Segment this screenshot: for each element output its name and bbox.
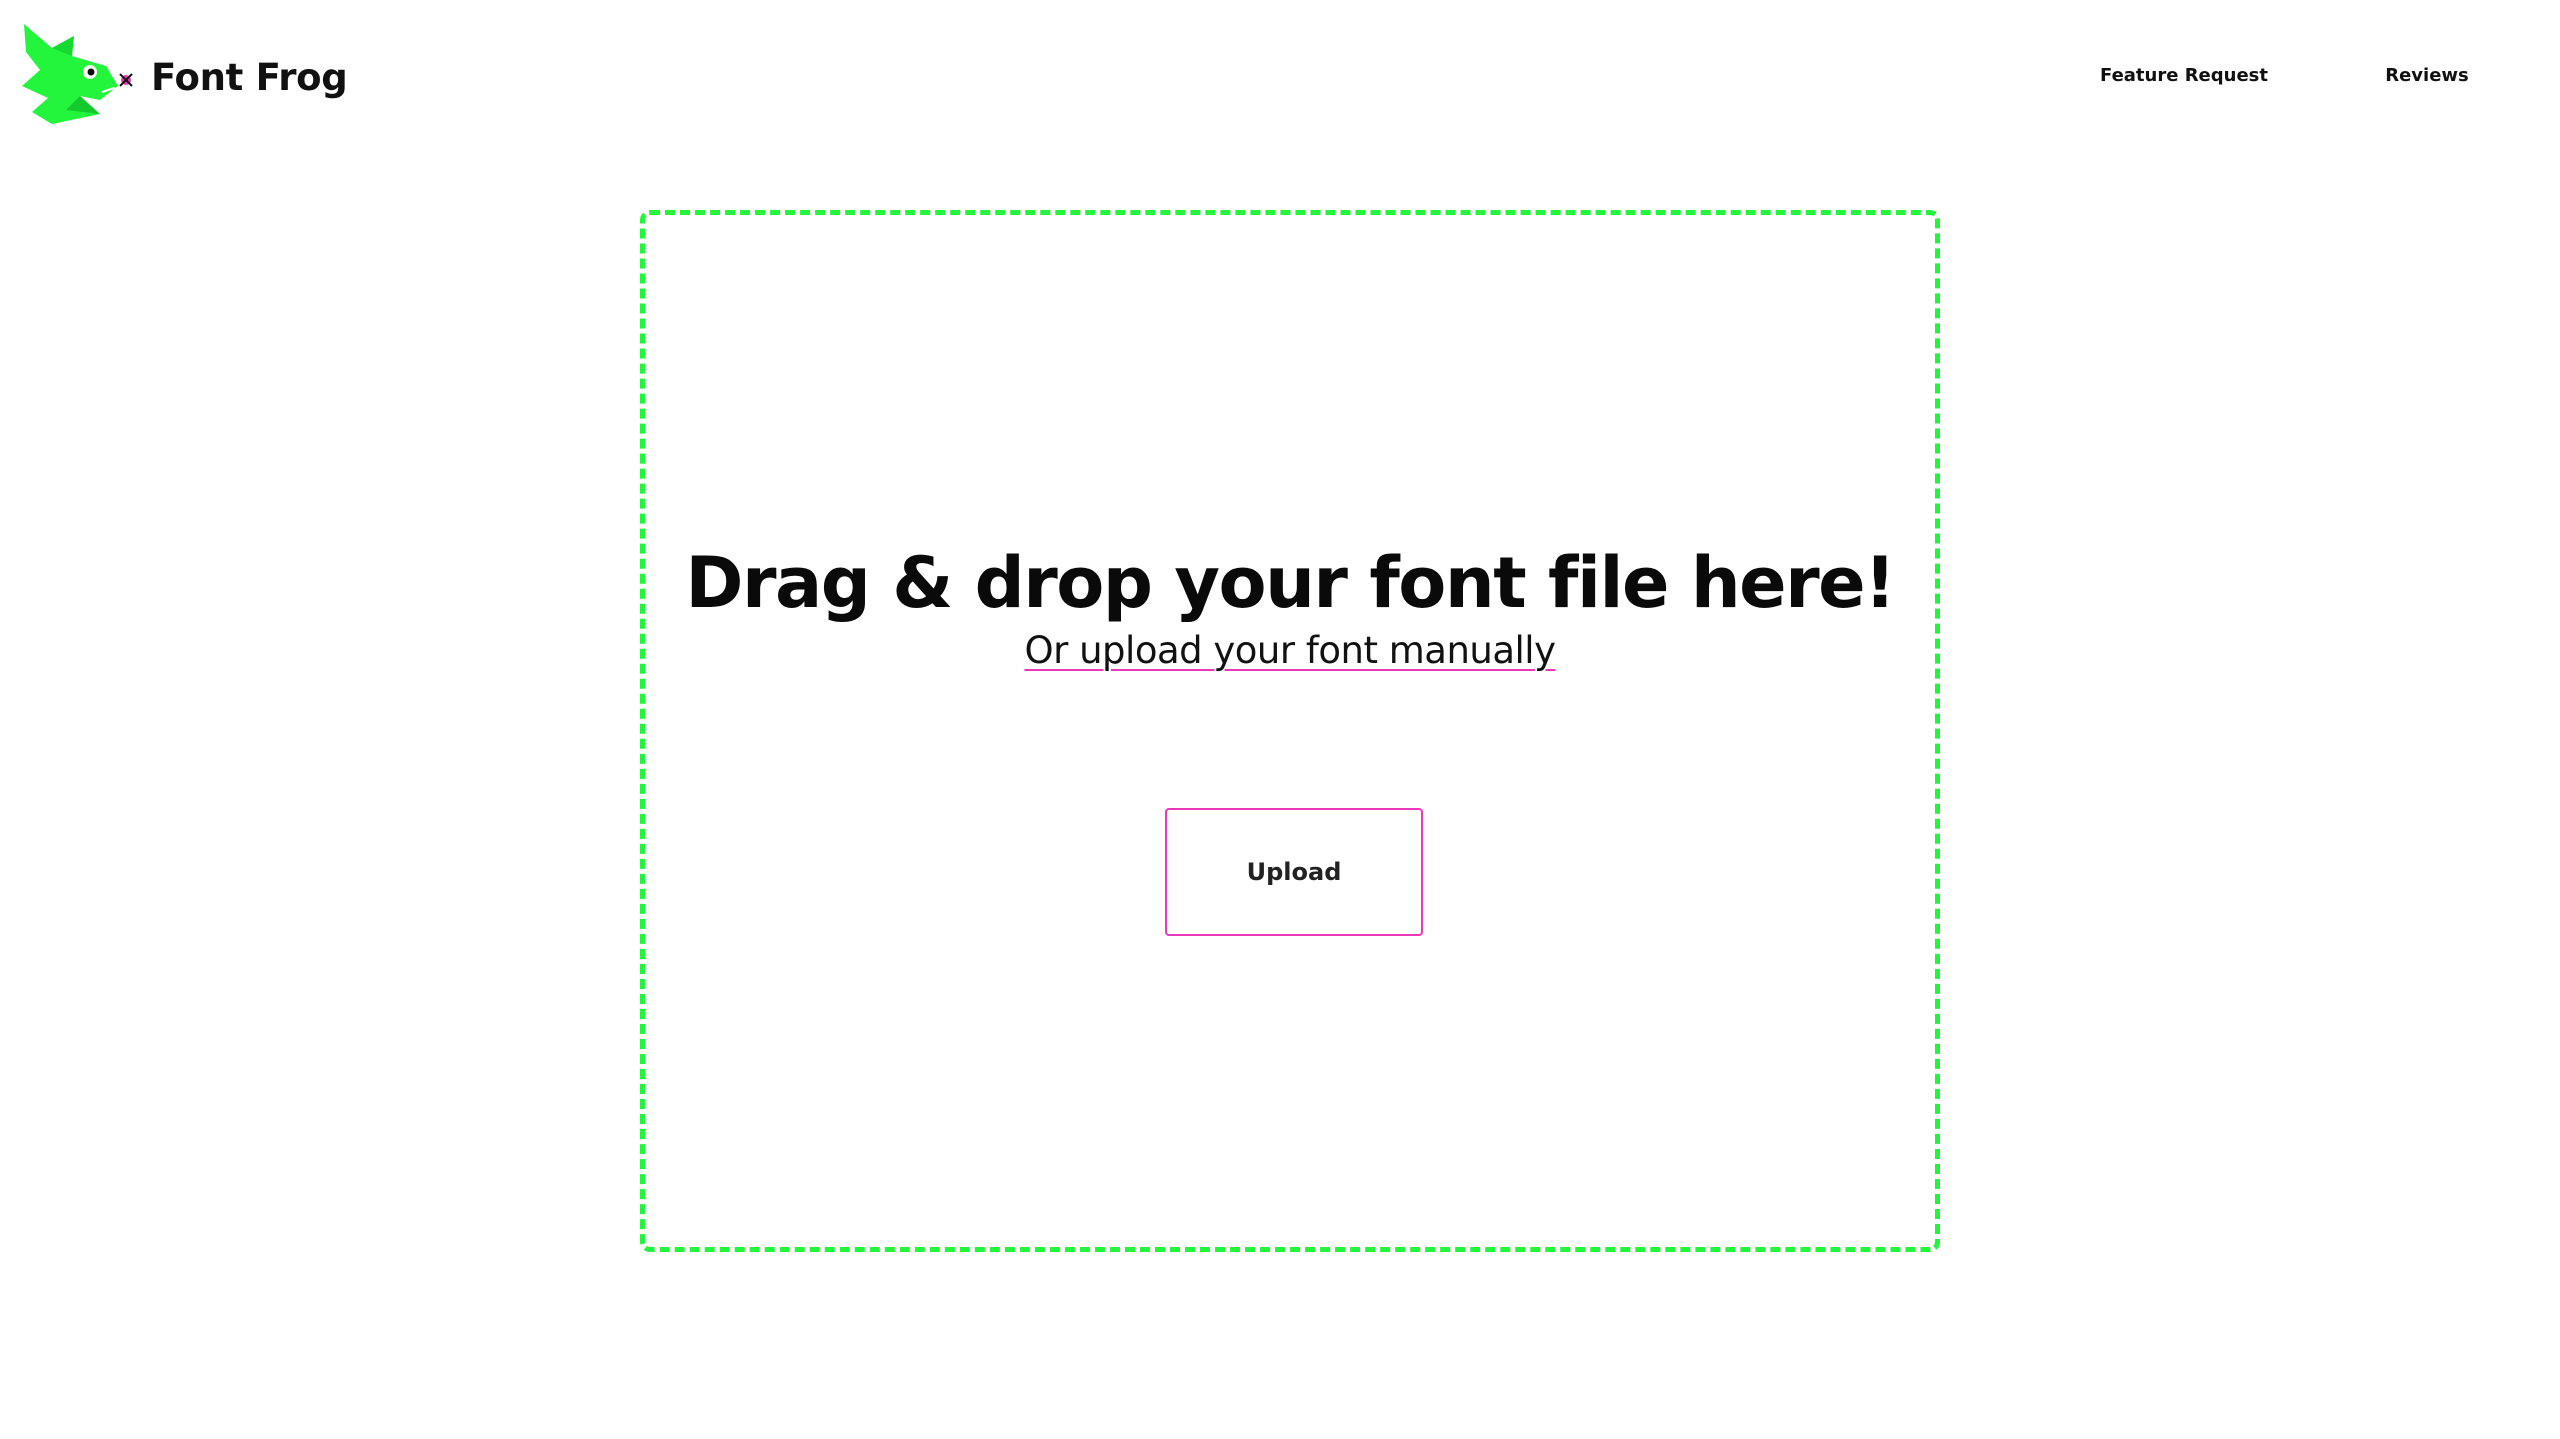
manual-upload-link[interactable]: Or upload your font manually: [1025, 625, 1556, 677]
site-header: Font Frog Feature Request Reviews: [0, 0, 2560, 155]
nav-reviews-link[interactable]: Reviews: [2382, 64, 2472, 88]
brand-name[interactable]: Font Frog: [151, 50, 348, 106]
font-dropzone[interactable]: Drag & drop your font file here! Or uplo…: [640, 210, 1940, 1252]
upload-button[interactable]: Upload: [1165, 808, 1423, 936]
frog-logo-icon[interactable]: [22, 22, 134, 127]
dropzone-subtitle-wrap: Or upload your font manually: [645, 625, 1935, 677]
dropzone-title: Drag & drop your font file here!: [685, 542, 1896, 624]
nav-feature-request-link[interactable]: Feature Request: [2100, 64, 2268, 88]
